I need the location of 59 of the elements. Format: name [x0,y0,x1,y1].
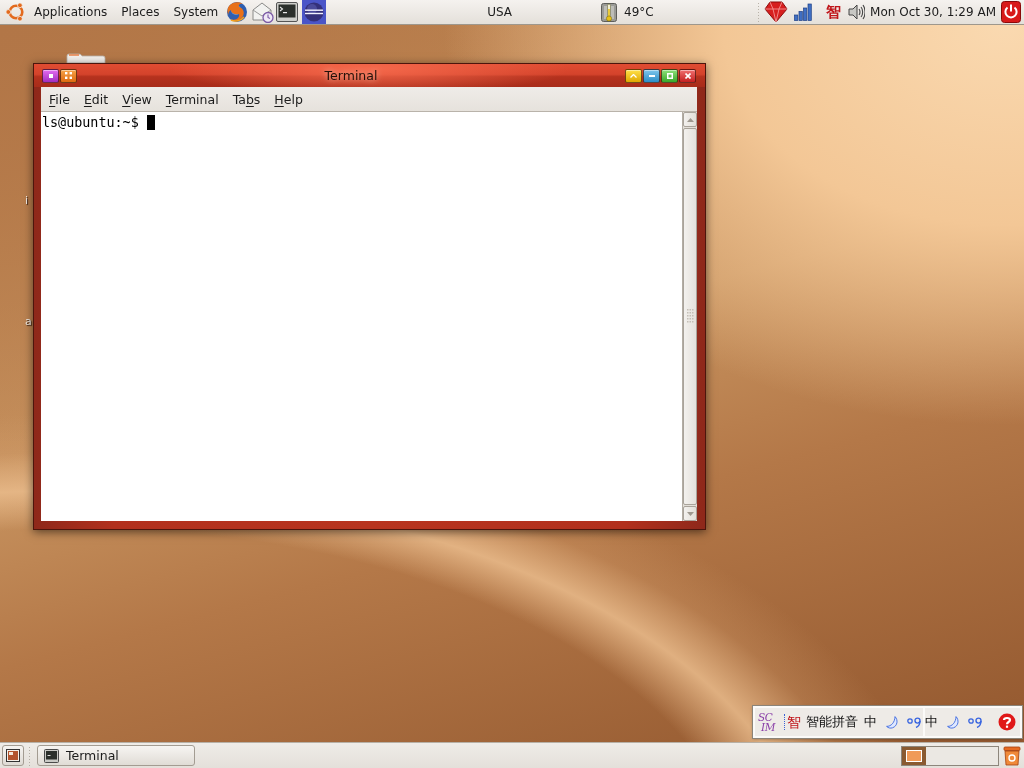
close-icon [684,72,691,79]
crescent-moon-icon[interactable] [947,715,959,729]
thermometer-chip-icon[interactable] [601,1,618,23]
menu-item[interactable]: File [42,87,77,111]
maximize-button[interactable] [661,68,678,83]
maximize-icon [666,72,673,79]
scim-logo[interactable]: SC IM [758,712,780,732]
ruby-gem-icon[interactable] [764,1,789,23]
keyboard-layout-indicator[interactable]: USA [487,5,513,19]
taskbar-button[interactable]: Terminal [37,745,195,766]
desktop-icon-label: a [25,315,32,328]
input-method-indicator[interactable]: 智 [826,4,842,20]
menu-item[interactable]: Edit [76,87,116,111]
caret-up-icon [630,73,637,78]
menu-item[interactable]: Terminal [158,87,226,111]
signal-bars-icon[interactable] [794,3,813,21]
terminal-icon[interactable] [276,2,299,22]
cpu-temperature-label: 49°C [624,5,654,19]
up-arrow-icon [686,117,694,122]
clock[interactable]: Mon Oct 30, 1:29 AM [870,5,996,19]
terminal-output[interactable]: ls@ubuntu:~$ [41,112,682,521]
panel-menu[interactable]: Applications [27,0,115,24]
desktop-icon [6,749,20,762]
mail-icon[interactable] [252,1,275,23]
panel-menu[interactable]: System [166,0,226,24]
engine-name[interactable]: 智能拼音 [806,713,858,731]
help-icon[interactable] [998,713,1016,731]
menu-item[interactable]: Tabs [225,87,268,111]
punctuation-icon[interactable] [907,716,922,728]
terminal-icon [44,748,59,763]
sticky-button[interactable] [60,68,77,83]
desktop-icon-label: i [25,194,29,207]
close-button[interactable] [679,68,696,83]
engine-indicator[interactable]: 智 [784,714,801,730]
workspace[interactable] [902,746,926,765]
shell-prompt: ls@ubuntu:~$ [42,114,139,131]
window-menu-button[interactable] [42,68,59,83]
show-desktop-button[interactable] [2,745,24,766]
power-icon[interactable] [1001,1,1021,23]
crescent-moon-icon[interactable] [886,715,898,729]
input-mode-toggle[interactable]: 中 [925,713,938,731]
trash-icon[interactable] [1003,745,1021,766]
punctuation-icon[interactable] [968,716,983,728]
menu-item[interactable]: View [115,87,159,111]
window-title: Terminal [324,68,378,83]
globe-icon[interactable] [226,1,249,23]
grip-icon [686,309,694,324]
panel-menu[interactable]: Places [114,0,167,24]
four-dots-icon [65,72,72,79]
minimize-button[interactable] [643,68,660,83]
down-arrow-icon [686,511,694,516]
menu-item[interactable]: Help [267,87,310,111]
cursor-icon [146,115,155,130]
input-mode-toggle[interactable]: 中 [864,713,877,731]
speaker-icon[interactable] [848,3,866,21]
folder-icon[interactable] [66,53,106,63]
striped-sphere-icon[interactable] [302,0,327,24]
minimize-icon [648,74,655,77]
shade-button[interactable] [625,68,642,83]
